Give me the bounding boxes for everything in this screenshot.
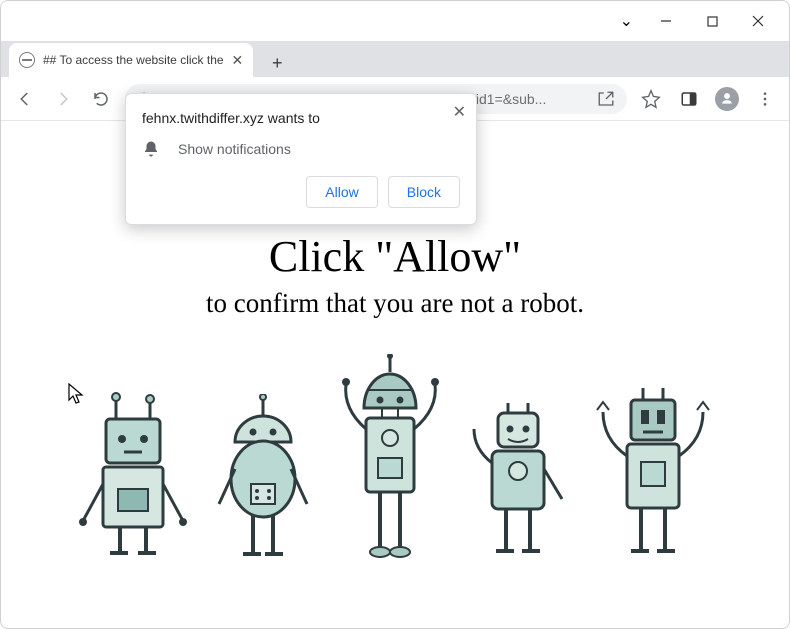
mouse-cursor-icon — [68, 383, 86, 405]
robot-icon — [78, 389, 188, 559]
dialog-close-button[interactable]: ✕ — [453, 102, 466, 122]
allow-button[interactable]: Allow — [306, 176, 377, 208]
share-icon[interactable] — [597, 90, 615, 108]
page-headline: Click "Allow" — [2, 231, 788, 282]
forward-button — [49, 85, 77, 113]
back-button[interactable] — [11, 85, 39, 113]
new-tab-button[interactable]: + — [263, 49, 291, 77]
reload-button[interactable] — [87, 85, 115, 113]
window-maximize-button[interactable] — [689, 5, 735, 37]
robots-illustration — [2, 354, 788, 559]
tab-title: ## To access the website click the — [43, 53, 224, 67]
browser-tab[interactable]: ## To access the website click the ✕ — [9, 43, 253, 77]
tab-close-button[interactable]: ✕ — [232, 52, 244, 69]
bell-icon — [142, 140, 160, 158]
bookmark-button[interactable] — [637, 85, 665, 113]
block-button[interactable]: Block — [388, 176, 460, 208]
robot-icon — [593, 384, 713, 559]
notification-permission-dialog: ✕ fehnx.twithdiffer.xyz wants to Show no… — [125, 93, 477, 225]
menu-button[interactable] — [751, 85, 779, 113]
chevron-down-icon[interactable]: ⌄ — [620, 11, 633, 31]
dialog-origin-text: fehnx.twithdiffer.xyz wants to — [142, 110, 460, 126]
window-titlebar: ⌄ — [1, 1, 789, 41]
robot-icon — [468, 399, 568, 559]
page-subheadline: to confirm that you are not a robot. — [2, 288, 788, 319]
robot-icon — [338, 354, 443, 559]
profile-avatar[interactable] — [713, 85, 741, 113]
side-panel-button[interactable] — [675, 85, 703, 113]
permission-label: Show notifications — [178, 141, 291, 157]
window-minimize-button[interactable] — [643, 5, 689, 37]
browser-window: ⌄ ## To access the website click the ✕ + — [0, 0, 790, 629]
tab-strip: ## To access the website click the ✕ + — [1, 41, 789, 77]
window-close-button[interactable] — [735, 5, 781, 37]
robot-icon — [213, 394, 313, 559]
globe-icon — [19, 52, 35, 68]
